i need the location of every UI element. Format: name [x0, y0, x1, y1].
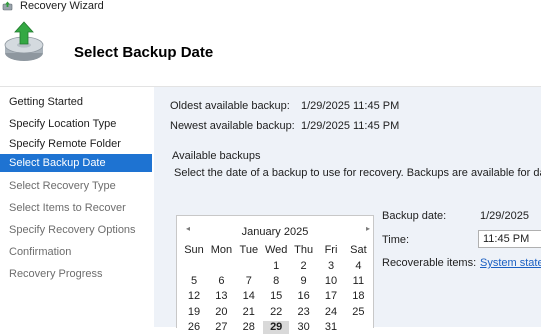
calendar-day[interactable]: 2	[291, 260, 317, 273]
content-pane: Oldest available backup: 1/29/2025 11:45…	[154, 87, 541, 334]
weekday-header: Wed	[264, 244, 288, 256]
calendar-day[interactable]: 30	[291, 321, 317, 334]
backup-date-value: 1/29/2025	[480, 210, 529, 222]
oldest-backup-value: 1/29/2025 11:45 PM	[301, 100, 400, 112]
newest-backup-value: 1/29/2025 11:45 PM	[301, 120, 400, 132]
recoverable-items-label: Recoverable items:	[382, 257, 477, 269]
available-backups-title: Available backups	[172, 150, 261, 162]
nav-step-specify-recovery-options[interactable]: Specify Recovery Options	[0, 220, 152, 240]
wizard-header: Select Backup Date	[0, 14, 541, 86]
calendar-day[interactable]: 10	[318, 275, 344, 288]
nav-step-select-backup-date[interactable]: Select Backup Date	[0, 154, 152, 172]
nav-step-recovery-progress[interactable]: Recovery Progress	[0, 264, 152, 284]
time-label: Time:	[382, 234, 410, 246]
calendar-day[interactable]: 8	[263, 275, 289, 288]
calendar-day[interactable]: 28	[236, 321, 262, 334]
calendar-day[interactable]: 19	[181, 306, 207, 319]
backup-app-icon	[2, 1, 13, 11]
nav-step-specify-remote-folder[interactable]: Specify Remote Folder	[0, 134, 152, 154]
calendar-day[interactable]: 12	[181, 290, 207, 303]
calendar-day[interactable]: 15	[263, 290, 289, 303]
calendar-day[interactable]: 16	[291, 290, 317, 303]
backup-calendar[interactable]: ◂ ▸ January 2025 Sun Mon Tue Wed Thu Fri Sat 1 2…	[176, 215, 374, 334]
calendar-day[interactable]: 11	[345, 275, 371, 288]
nav-step-specify-location-type[interactable]: Specify Location Type	[0, 114, 152, 134]
calendar-day[interactable]: 7	[236, 275, 262, 288]
weekday-header: Fri	[324, 244, 338, 256]
weekday-header: Mon	[210, 244, 233, 256]
calendar-day[interactable]: 13	[208, 290, 234, 303]
calendar-day[interactable]: 3	[318, 260, 344, 273]
newest-backup-label: Newest available backup:	[170, 120, 295, 132]
calendar-day[interactable]: 9	[291, 275, 317, 288]
calendar-day[interactable]: 18	[345, 290, 371, 303]
calendar-day[interactable]: 14	[236, 290, 262, 303]
nav-step-getting-started[interactable]: Getting Started	[0, 92, 152, 112]
calendar-day[interactable]: 31	[318, 321, 344, 334]
calendar-day[interactable]: 24	[318, 306, 344, 319]
calendar-day[interactable]: 1	[263, 260, 289, 273]
recoverable-items-link[interactable]: System state	[480, 257, 541, 269]
calendar-day[interactable]: 20	[208, 306, 234, 319]
calendar-day[interactable]: 23	[291, 306, 317, 319]
calendar-day[interactable]: 27	[208, 321, 234, 334]
calendar-day[interactable]: 26	[181, 321, 207, 334]
calendar-day[interactable]: 22	[263, 306, 289, 319]
title-bar: Recovery Wizard	[0, 0, 541, 14]
window-title: Recovery Wizard	[20, 0, 104, 12]
calendar-month-label: January 2025	[241, 226, 309, 238]
calendar-day[interactable]: 25	[345, 306, 371, 319]
calendar-day[interactable]: 5	[181, 275, 207, 288]
nav-step-confirmation[interactable]: Confirmation	[0, 242, 152, 262]
weekday-header: Thu	[294, 244, 314, 256]
calendar-day[interactable]: 4	[345, 260, 371, 273]
nav-step-select-recovery-type[interactable]: Select Recovery Type	[0, 176, 152, 196]
backup-date-label: Backup date:	[382, 210, 447, 222]
calendar-day[interactable]: 21	[236, 306, 262, 319]
nav-step-select-items-to-recover[interactable]: Select Items to Recover	[0, 198, 152, 218]
page-heading: Select Backup Date	[74, 44, 214, 61]
calendar-day[interactable]: 6	[208, 275, 234, 288]
weekday-header: Tue	[239, 244, 259, 256]
calendar-day-selected[interactable]: 29	[263, 320, 290, 334]
available-backups-description: Select the date of a backup to use for r…	[174, 167, 541, 179]
time-select[interactable]	[478, 230, 541, 248]
oldest-backup-label: Oldest available backup:	[170, 100, 290, 112]
backup-recovery-icon	[4, 21, 44, 61]
calendar-day[interactable]: 17	[318, 290, 344, 303]
weekday-header: Sun	[184, 244, 204, 256]
weekday-header: Sat	[350, 244, 367, 256]
wizard-steps-nav: Getting Started Specify Location Type Spec…	[0, 87, 154, 327]
